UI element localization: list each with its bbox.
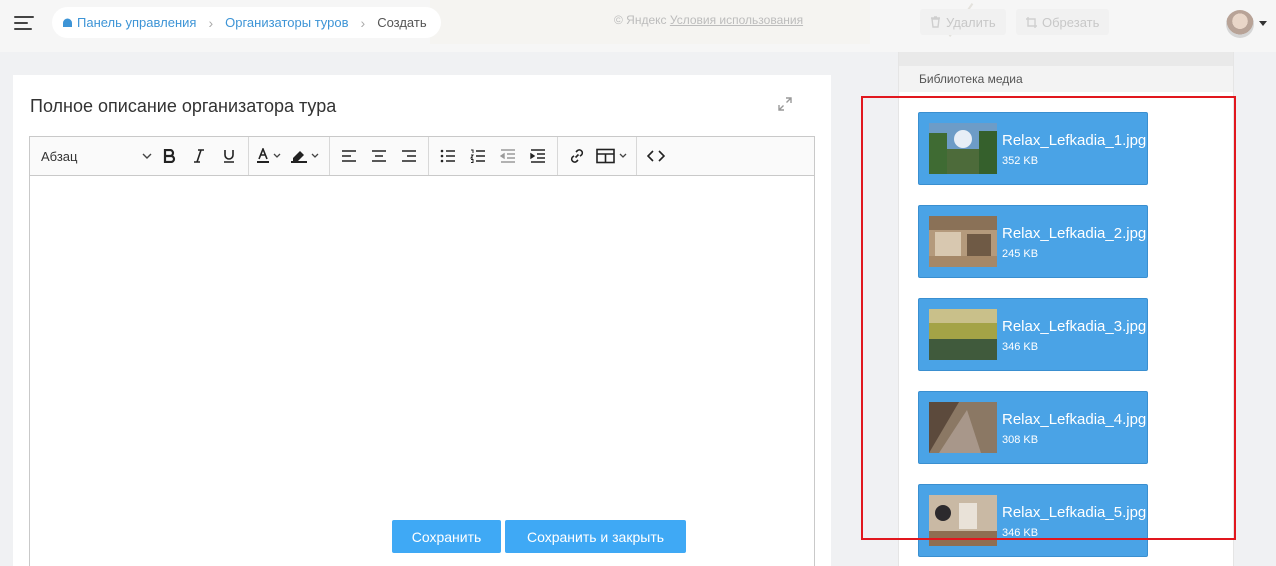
italic-icon xyxy=(194,149,204,163)
save-and-close-button[interactable]: Сохранить и закрыть xyxy=(505,520,686,553)
map-terms-link[interactable]: Условия использования xyxy=(670,13,803,27)
media-item-filename: Relax_Lefkadia_4.jpg xyxy=(1002,411,1147,428)
crop-image-button[interactable]: Обрезать xyxy=(1016,9,1110,35)
align-right-button[interactable] xyxy=(394,143,424,169)
underline-icon xyxy=(224,150,234,163)
alignment-group xyxy=(330,137,429,175)
highlight-icon xyxy=(291,151,319,163)
outdent-button[interactable] xyxy=(493,143,523,169)
align-left-button[interactable] xyxy=(334,143,364,169)
media-item-size: 308 KB xyxy=(1002,434,1039,446)
link-button[interactable] xyxy=(562,143,592,169)
media-item[interactable]: Relax_Lefkadia_4.jpg 308 KB xyxy=(918,391,1148,464)
link-icon xyxy=(570,149,584,163)
page-title: Полное описание организатора тура xyxy=(30,96,337,116)
insert-table-button[interactable] xyxy=(592,143,632,169)
crop-icon xyxy=(1026,16,1037,28)
font-color-icon xyxy=(257,148,281,163)
media-item[interactable]: Relax_Lefkadia_3.jpg 346 KB xyxy=(918,298,1148,371)
source-code-icon xyxy=(647,150,665,162)
editor-content-area[interactable] xyxy=(30,176,814,566)
delete-image-button[interactable]: Удалить xyxy=(920,9,1006,35)
media-item[interactable]: Relax_Lefkadia_2.jpg 245 KB xyxy=(918,205,1148,278)
heading-group: Абзац xyxy=(30,137,249,175)
underline-button[interactable] xyxy=(214,143,244,169)
media-item-filename: Relax_Lefkadia_1.jpg xyxy=(1002,132,1147,149)
source-group xyxy=(637,137,675,175)
bulleted-list-icon xyxy=(440,149,455,163)
breadcrumb-separator-icon: › xyxy=(208,14,214,31)
media-item-size: 245 KB xyxy=(1002,248,1039,260)
dashboard-icon xyxy=(63,18,72,27)
chevron-down-icon xyxy=(142,153,152,159)
expand-icon[interactable] xyxy=(778,97,792,111)
user-menu-chevron-down-icon[interactable] xyxy=(1259,21,1267,26)
panel-divider xyxy=(899,52,1233,66)
bold-icon xyxy=(163,149,176,163)
numbered-list-button[interactable] xyxy=(463,143,493,169)
map-copyright: © Яндекс Условия использования xyxy=(614,13,803,27)
media-item-filename: Relax_Lefkadia_2.jpg xyxy=(1002,225,1147,242)
breadcrumb-separator-icon: › xyxy=(360,14,366,31)
breadcrumb: Панель управления › Организаторы туров ›… xyxy=(52,7,441,38)
outdent-icon xyxy=(500,149,515,163)
paragraph-style-dropdown[interactable]: Абзац xyxy=(34,143,154,169)
paragraph-style-label: Абзац xyxy=(41,148,78,164)
thumbnail-image xyxy=(929,309,997,360)
align-right-icon xyxy=(402,150,416,162)
bold-button[interactable] xyxy=(154,143,184,169)
color-group xyxy=(249,137,330,175)
trash-icon xyxy=(931,16,940,28)
top-bar: © Яндекс Условия использования Панель уп… xyxy=(0,0,1276,52)
breadcrumb-tour-organizers-link[interactable]: Организаторы туров xyxy=(225,15,348,30)
crop-image-label: Обрезать xyxy=(1042,14,1100,30)
table-icon xyxy=(596,148,627,164)
thumbnail-image xyxy=(929,123,997,174)
media-item-filename: Relax_Lefkadia_5.jpg xyxy=(1002,504,1147,521)
map-copyright-text: © Яндекс xyxy=(614,13,667,27)
insert-group xyxy=(558,137,637,175)
align-center-button[interactable] xyxy=(364,143,394,169)
bulleted-list-button[interactable] xyxy=(433,143,463,169)
description-card: Полное описание организатора тура Абзац xyxy=(13,75,831,566)
highlight-button[interactable] xyxy=(287,143,325,169)
align-center-icon xyxy=(372,150,386,162)
source-code-button[interactable] xyxy=(641,143,671,169)
editor-toolbar: Абзац xyxy=(30,137,814,176)
menu-toggle-icon[interactable] xyxy=(14,16,34,32)
breadcrumb-current: Создать xyxy=(377,15,427,30)
indent-icon xyxy=(530,149,545,163)
media-item-size: 352 KB xyxy=(1002,155,1039,167)
rich-text-editor: Абзац xyxy=(29,136,815,566)
list-group xyxy=(429,137,558,175)
media-item[interactable]: Relax_Lefkadia_1.jpg 352 KB xyxy=(918,112,1148,185)
media-item-size: 346 KB xyxy=(1002,527,1039,539)
media-item-filename: Relax_Lefkadia_3.jpg xyxy=(1002,318,1147,335)
thumbnail-image xyxy=(929,216,997,267)
thumbnail-image xyxy=(929,495,997,546)
avatar[interactable] xyxy=(1226,10,1254,38)
delete-image-label: Удалить xyxy=(946,14,996,30)
font-color-button[interactable] xyxy=(253,143,287,169)
italic-button[interactable] xyxy=(184,143,214,169)
align-left-icon xyxy=(342,150,356,162)
media-item-size: 346 KB xyxy=(1002,341,1039,353)
media-item[interactable]: Relax_Lefkadia_5.jpg 346 KB xyxy=(918,484,1148,557)
breadcrumb-dashboard-link[interactable]: Панель управления xyxy=(77,15,196,30)
numbered-list-icon xyxy=(470,149,485,163)
thumbnail-image xyxy=(929,402,997,453)
save-button[interactable]: Сохранить xyxy=(392,520,501,553)
media-library-title: Библиотека медиа xyxy=(899,66,1233,92)
indent-button[interactable] xyxy=(523,143,553,169)
